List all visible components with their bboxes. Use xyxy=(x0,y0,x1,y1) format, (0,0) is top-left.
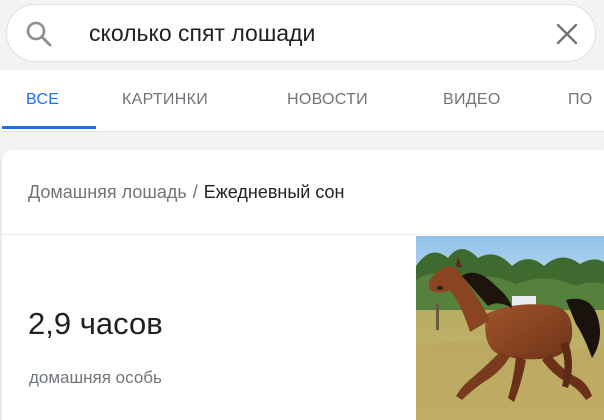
search-tabs: ВСЕ КАРТИНКИ НОВОСТИ ВИДЕО ПО xyxy=(0,70,604,132)
breadcrumb-current: Ежедневный сон xyxy=(203,182,345,202)
answer-subtitle: домашняя особь xyxy=(29,368,162,387)
horse-image[interactable] xyxy=(416,236,604,420)
tab-news[interactable]: НОВОСТИ xyxy=(287,91,368,109)
search-icon[interactable] xyxy=(25,20,53,48)
answer-card: Домашняя лошадь / Ежедневный сон 2,9 часов… xyxy=(2,150,604,420)
tab-all[interactable]: ВСЕ xyxy=(26,91,59,109)
tab-more-truncated[interactable]: ПО xyxy=(568,91,593,109)
answer-value: 2,9 часов xyxy=(28,306,163,341)
breadcrumb: Домашняя лошадь / Ежедневный сон xyxy=(28,182,345,203)
card-divider xyxy=(2,234,604,235)
breadcrumb-separator: / xyxy=(192,182,198,202)
search-input[interactable]: сколько спят лошади xyxy=(89,17,315,49)
tab-images[interactable]: КАРТИНКИ xyxy=(122,91,208,109)
close-icon[interactable] xyxy=(555,22,579,46)
search-bar[interactable]: сколько спят лошади xyxy=(6,4,596,62)
breadcrumb-parent-link[interactable]: Домашняя лошадь xyxy=(28,182,187,202)
tab-video[interactable]: ВИДЕО xyxy=(443,91,501,109)
active-tab-indicator xyxy=(2,126,96,129)
